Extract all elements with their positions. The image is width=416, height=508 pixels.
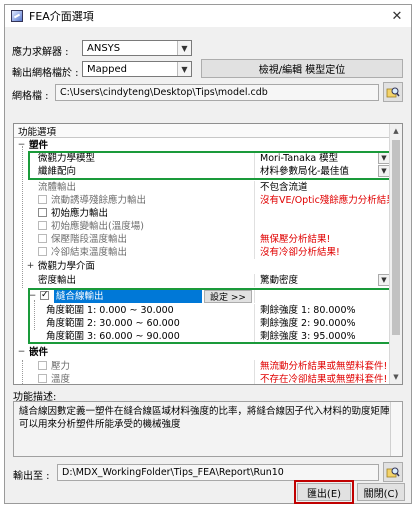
scroll-up-icon[interactable]: ▲ — [390, 124, 402, 138]
group-label: 嵌件 — [29, 347, 49, 358]
description-box: 縫合線因數定義一塑件在縫合線區域材料強度的比率，將縫合線因子代入材料的勁度矩陣可… — [13, 401, 403, 457]
checkbox[interactable] — [38, 247, 47, 256]
chevron-down-icon: ▼ — [177, 41, 191, 55]
options-grid: 功能選項 − 塑件 微觀力學模型 Mori-Tanaka 模型 ▼ 纖維配向 材料… — [13, 123, 403, 385]
tree-group-insert[interactable]: − 嵌件 — [14, 346, 390, 359]
options-grid-header: 功能選項 — [14, 124, 402, 138]
checkbox[interactable] — [38, 234, 47, 243]
close-icon[interactable]: ✕ — [383, 9, 411, 24]
highlight-box — [294, 480, 354, 504]
option-label: 初始應變輸出(溫度場) — [51, 221, 144, 232]
group-label: 塑件 — [29, 140, 49, 151]
view-edit-model-button[interactable]: 檢視/編輯 模型定位 — [201, 59, 403, 78]
option-label: 初始應力輸出 — [51, 208, 109, 219]
option-warning: 沒有VE/Optic殘餘應力分析結果! — [260, 195, 400, 206]
fea-options-window: FEA介面選項 ✕ 應力求解器 : ANSYS ▼ 輸出網格檔於 : Mappe… — [4, 4, 412, 504]
option-row-cooling-temp[interactable]: 冷卻結束溫度輸出 沒有冷卻分析結果! — [14, 246, 390, 259]
collapse-icon[interactable]: − — [17, 141, 26, 150]
app-icon — [11, 10, 23, 22]
option-row-initial-stress[interactable]: 初始應力輸出 — [14, 207, 390, 220]
browse-output-button[interactable] — [383, 462, 403, 482]
checkbox[interactable] — [38, 221, 47, 230]
mesh-value: Mapped — [87, 63, 127, 75]
highlight-box — [28, 151, 391, 180]
option-label: 微觀力學介面 — [38, 261, 96, 272]
scroll-thumb[interactable] — [392, 140, 400, 335]
output-path[interactable]: D:\MDX_WorkingFolder\Tips_FEA\Report\Run… — [57, 464, 379, 481]
scroll-down-icon[interactable]: ▼ — [390, 370, 402, 384]
solver-label: 應力求解器 : — [12, 47, 69, 58]
output-label: 輸出至 : — [13, 471, 50, 482]
checkbox[interactable] — [38, 361, 47, 370]
option-row-insert-temperature[interactable]: 溫度 不存在冷卻結果或無塑料套件! — [14, 373, 390, 385]
option-row-density[interactable]: 密度輸出 驚動密度 ▼ — [14, 274, 390, 287]
checkbox[interactable] — [38, 195, 47, 204]
option-warning: 沒有冷卻分析結果! — [260, 247, 340, 258]
checkbox[interactable] — [38, 208, 47, 217]
option-label: 流動誘導殘餘應力輸出 — [51, 195, 147, 206]
option-label: 流體輸出 — [38, 182, 77, 193]
option-warning: 不存在冷卻結果或無塑料套件! — [260, 374, 388, 385]
expand-icon[interactable]: + — [26, 262, 35, 271]
tree-group-micromechanics-interface[interactable]: + 微觀力學介面 — [14, 260, 390, 273]
mesh-dropdown[interactable]: Mapped ▼ — [82, 61, 192, 77]
option-row-packing-temp[interactable]: 保壓階段溫度輸出 無保壓分析結果! — [14, 233, 390, 246]
option-label: 壓力 — [51, 361, 71, 372]
option-row-initial-strain[interactable]: 初始應變輸出(溫度場) — [14, 220, 390, 233]
search-icon — [386, 87, 400, 98]
option-label: 保壓階段溫度輸出 — [51, 234, 128, 245]
option-row-residual-stress[interactable]: 流動誘導殘餘應力輸出 沒有VE/Optic殘餘應力分析結果! — [14, 194, 400, 207]
option-row-flow-output[interactable]: 流體輸出 不包含流道 — [14, 181, 390, 194]
mesh-file-label: 網格檔 : — [12, 91, 49, 102]
description-scrollbar[interactable] — [390, 402, 402, 456]
description-text: 縫合線因數定義一塑件在縫合線區域材料強度的比率，將縫合線因子代入材料的勁度矩陣可… — [19, 406, 390, 430]
mesh-file-path[interactable]: C:\Users\cindyteng\Desktop\Tips\model.cd… — [55, 84, 379, 101]
search-icon — [386, 467, 400, 478]
option-value: 驚動密度 — [260, 275, 299, 286]
option-label: 密度輸出 — [38, 275, 77, 286]
option-label: 溫度 — [51, 374, 71, 385]
browse-mesh-file-button[interactable] — [383, 82, 403, 102]
solver-dropdown[interactable]: ANSYS ▼ — [82, 40, 192, 56]
title-bar: FEA介面選項 ✕ — [5, 5, 411, 27]
column-divider — [254, 207, 255, 220]
option-warning: 無流動分析結果或無塑料套件! — [260, 361, 388, 372]
option-warning: 無保壓分析結果! — [260, 234, 331, 245]
collapse-icon[interactable]: − — [17, 348, 26, 357]
option-value: 不包含流道 — [260, 182, 308, 193]
chevron-down-icon: ▼ — [177, 62, 191, 76]
mesh-label: 輸出網格檔於 : — [12, 68, 79, 79]
window-title: FEA介面選項 — [29, 10, 94, 23]
options-scrollbar[interactable]: ▲ ▼ — [389, 124, 402, 384]
column-divider — [254, 220, 255, 233]
option-label: 冷卻結束溫度輸出 — [51, 247, 128, 258]
close-button[interactable]: 關閉(C) — [357, 483, 405, 501]
highlight-box — [28, 288, 391, 344]
solver-value: ANSYS — [87, 42, 121, 54]
checkbox[interactable] — [38, 374, 47, 383]
option-row-insert-pressure[interactable]: 壓力 無流動分析結果或無塑料套件! — [14, 360, 390, 373]
